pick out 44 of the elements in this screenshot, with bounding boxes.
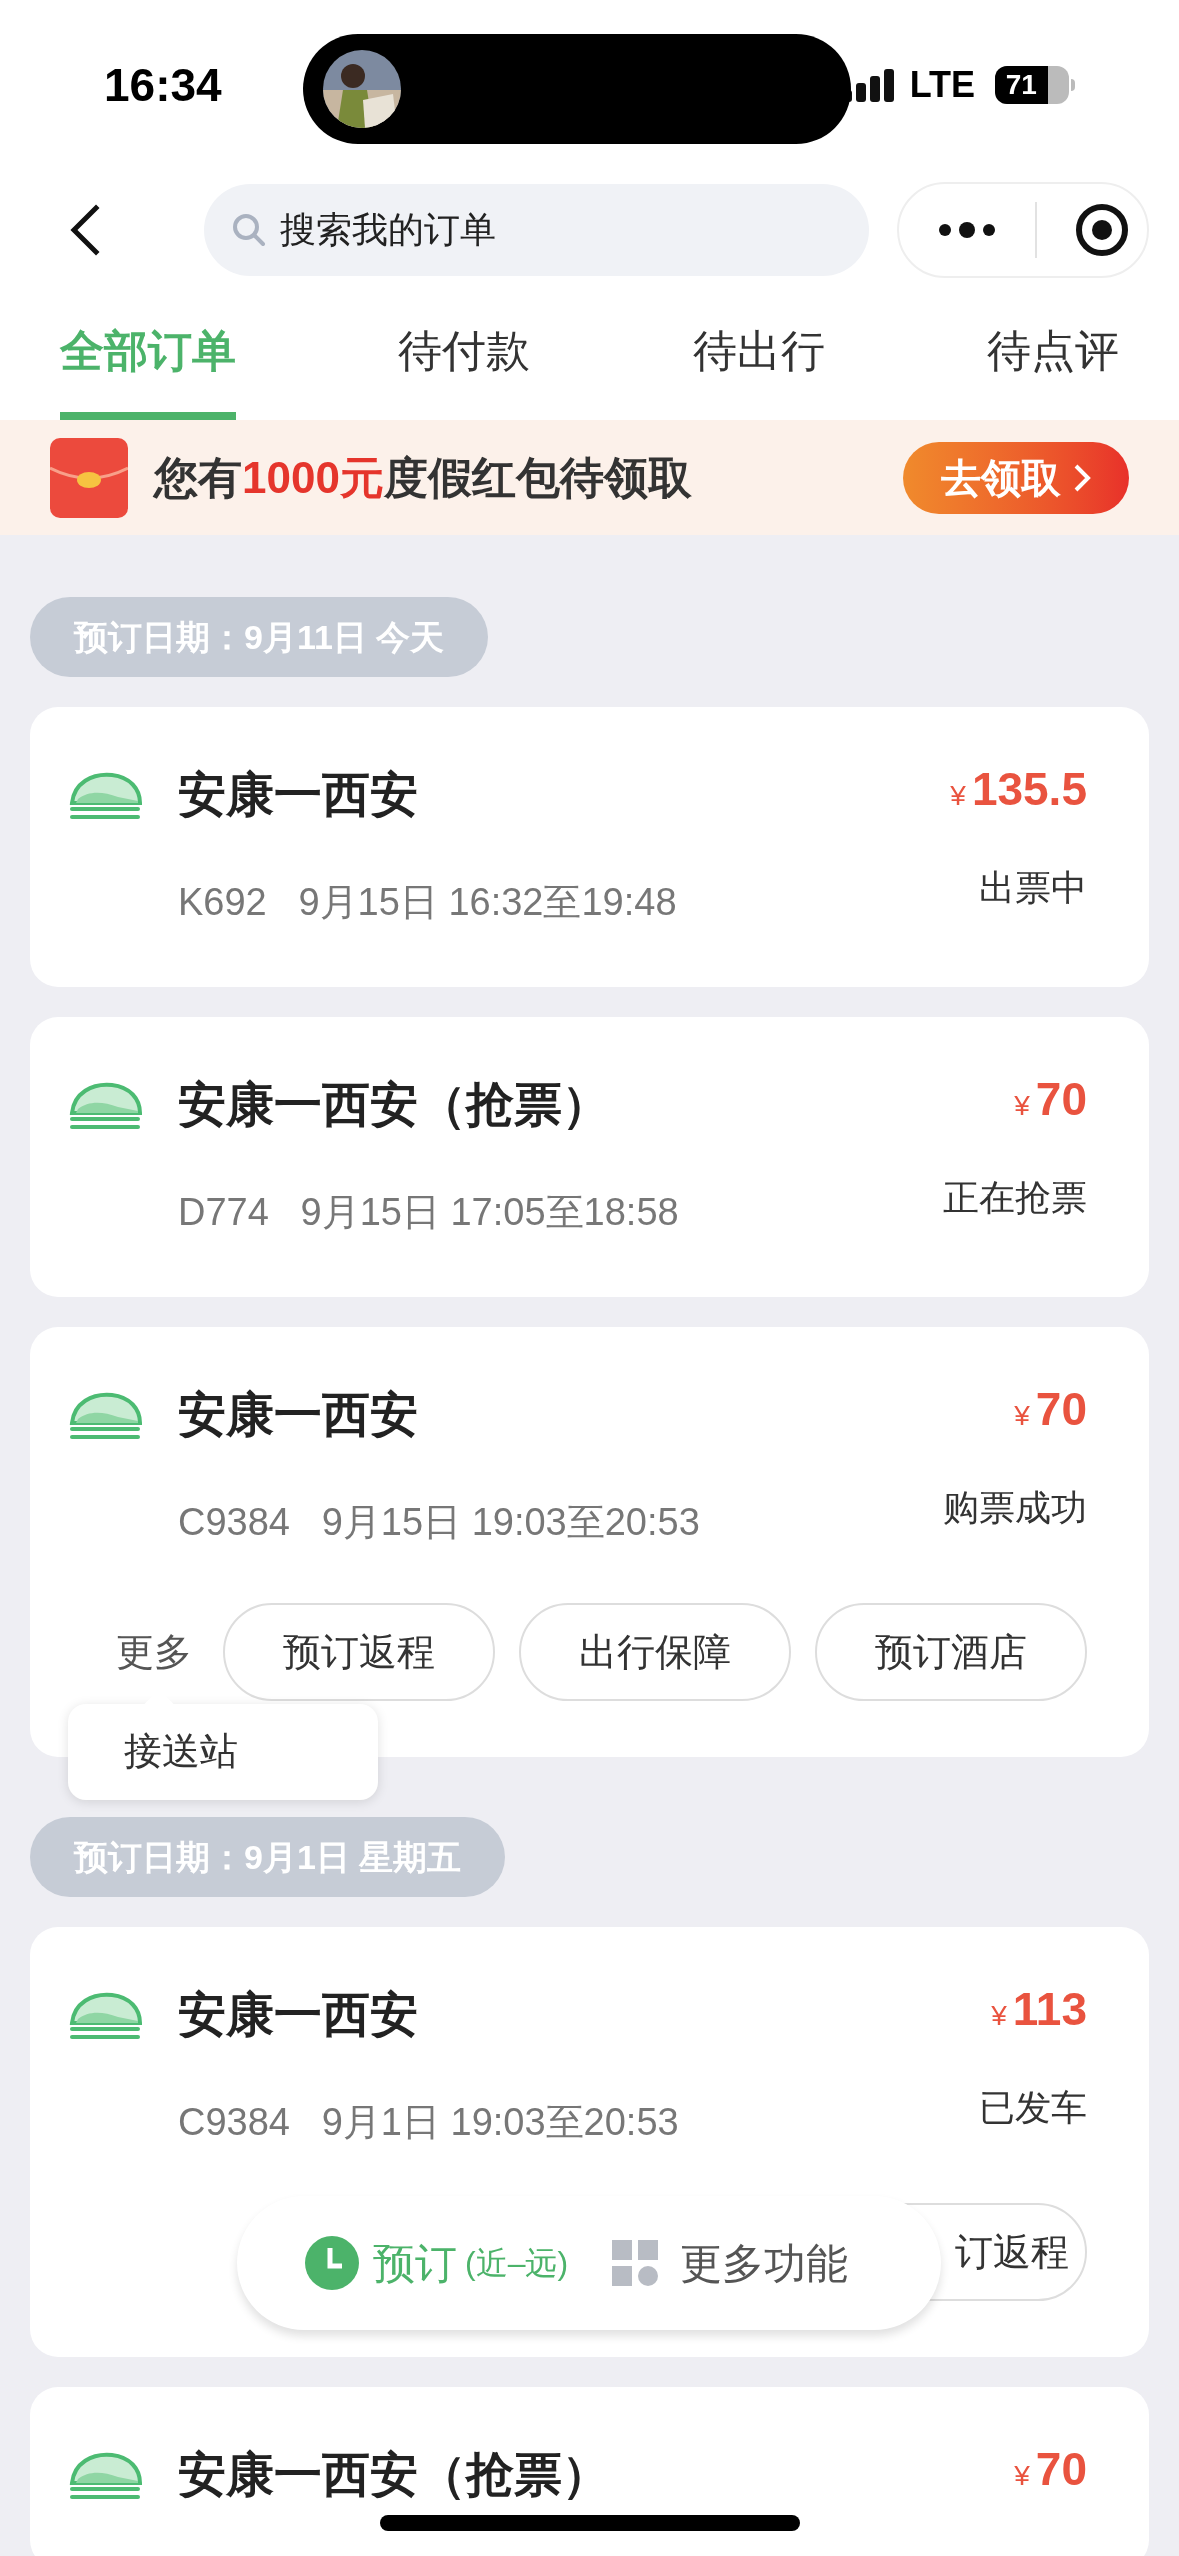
order-status: 出票中 <box>979 865 1087 910</box>
envelope-icon <box>50 437 128 518</box>
target-icon[interactable] <box>1074 203 1129 257</box>
search-bar[interactable]: 搜索我的订单 <box>203 184 869 276</box>
order-card[interactable]: 安康一西安 ¥135.5 K692 9月15日 16:32至19:48 出票中 <box>30 707 1149 987</box>
order-card[interactable]: 安康一西安（抢票） ¥70 <box>30 2387 1149 2556</box>
route-title: 安康一西安 <box>178 768 418 821</box>
capsule-menu[interactable] <box>896 182 1149 278</box>
price: ¥113 <box>991 1982 1087 2037</box>
search-icon <box>231 213 266 247</box>
banner-text: 您有1000元度假红包待领取 <box>154 451 692 504</box>
price: ¥70 <box>1014 1382 1087 1437</box>
search-input[interactable]: 搜索我的订单 <box>279 203 840 257</box>
price: ¥70 <box>1014 1072 1087 1127</box>
action-button[interactable]: 预订酒店 <box>815 1603 1087 1701</box>
more-icon[interactable] <box>936 222 997 238</box>
route-title: 安康一西安（抢票） <box>178 2448 610 2501</box>
promo-banner[interactable]: 您有1000元度假红包待领取 去领取 <box>0 420 1179 535</box>
order-status: 购票成功 <box>943 1485 1087 1530</box>
status-time: 16:34 <box>104 57 222 113</box>
order-status: 已发车 <box>979 2085 1087 2130</box>
train-details: C9384 9月15日 19:03至20:53 <box>178 1500 700 1545</box>
train-details: C9384 9月1日 19:03至20:53 <box>178 2100 679 2145</box>
route-title: 安康一西安 <box>178 1388 418 1441</box>
order-status: 正在抢票 <box>943 1175 1087 1220</box>
more-link[interactable]: 更多 <box>116 1630 192 1673</box>
action-button[interactable]: 出行保障 <box>519 1603 791 1701</box>
route-title: 安康一西安 <box>178 1988 418 2041</box>
order-tab[interactable]: 待点评 <box>987 290 1119 420</box>
price: ¥135.5 <box>950 762 1087 817</box>
order-card[interactable]: 安康一西安（抢票） ¥70 D774 9月15日 17:05至18:58 正在抢票 <box>30 1017 1149 1297</box>
network-label: LTE <box>909 63 975 107</box>
route-title: 安康一西安（抢票） <box>178 1078 610 1131</box>
chevron-right-icon <box>1073 462 1091 493</box>
booking-date-label: 预订日期：9月1日 星期五 <box>30 1817 506 1897</box>
order-tab[interactable]: 待出行 <box>692 290 825 420</box>
train-details: D774 9月15日 17:05至18:58 <box>178 1190 679 1235</box>
grid-icon <box>612 2240 659 2286</box>
booking-date-label: 预订日期：9月11日 今天 <box>30 597 489 677</box>
train-details: K692 9月15日 16:32至19:48 <box>178 880 677 925</box>
price: ¥70 <box>1014 2442 1087 2497</box>
action-button[interactable]: 预订返程 <box>223 1603 495 1701</box>
order-tab[interactable]: 待付款 <box>398 290 531 420</box>
clock-icon <box>305 2236 359 2290</box>
